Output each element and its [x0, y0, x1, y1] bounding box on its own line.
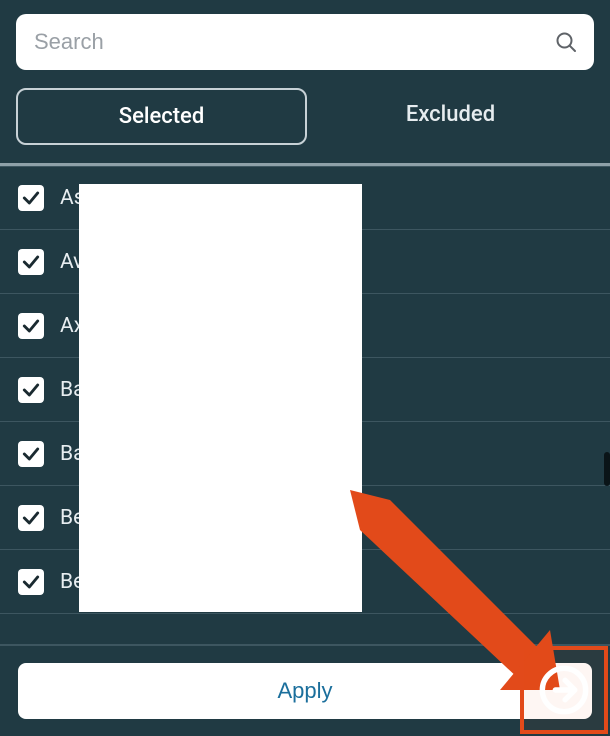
checkbox[interactable] — [18, 505, 44, 531]
tab-selected-label: Selected — [119, 104, 205, 129]
checkmark-icon — [21, 444, 41, 464]
search-wrapper — [16, 14, 594, 70]
checkmark-icon — [21, 572, 41, 592]
checkmark-icon — [21, 508, 41, 528]
checkmark-icon — [21, 188, 41, 208]
redaction-overlay — [79, 184, 362, 612]
filter-header: Selected Excluded — [0, 0, 610, 161]
scrollbar-thumb[interactable] — [604, 452, 610, 486]
arrow-right-circle-icon — [538, 664, 590, 716]
next-button-highlight — [520, 646, 608, 734]
tab-excluded[interactable]: Excluded — [307, 88, 594, 145]
checkbox[interactable] — [18, 313, 44, 339]
checkmark-icon — [21, 316, 41, 336]
checkbox[interactable] — [18, 185, 44, 211]
checkbox[interactable] — [18, 441, 44, 467]
checkmark-icon — [21, 252, 41, 272]
filter-tabs: Selected Excluded — [16, 88, 594, 145]
tab-excluded-label: Excluded — [406, 102, 495, 127]
checkbox[interactable] — [18, 569, 44, 595]
tab-selected[interactable]: Selected — [16, 88, 307, 145]
next-button[interactable] — [538, 664, 590, 716]
bottom-action-bar: Apply — [0, 644, 610, 736]
search-input[interactable] — [16, 14, 594, 70]
checkbox[interactable] — [18, 377, 44, 403]
search-icon[interactable] — [554, 30, 578, 54]
apply-button[interactable]: Apply — [18, 663, 592, 719]
checkbox[interactable] — [18, 249, 44, 275]
apply-button-label: Apply — [277, 678, 332, 703]
checkmark-icon — [21, 380, 41, 400]
